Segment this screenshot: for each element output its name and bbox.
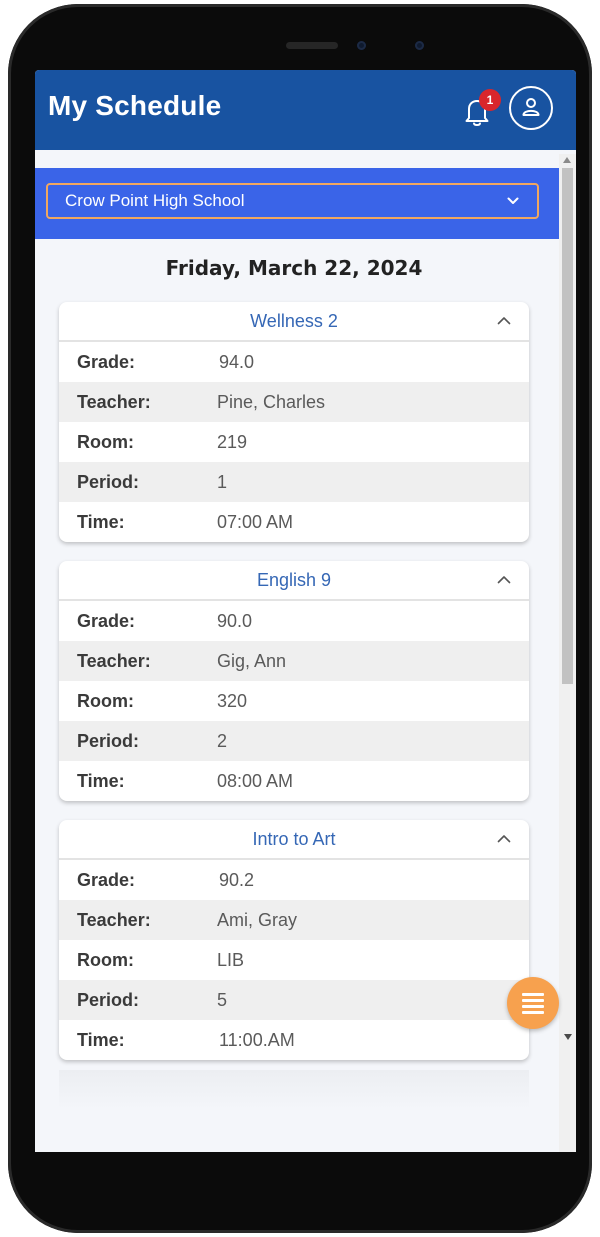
detail-label: Time: bbox=[77, 511, 125, 532]
detail-row-time: Time: 11:00.AM bbox=[59, 1020, 529, 1060]
scrollbar[interactable] bbox=[559, 154, 576, 1152]
course-card-header[interactable]: English 9 bbox=[59, 561, 529, 601]
menu-fab-button[interactable] bbox=[507, 977, 559, 1029]
scroll-up-arrow-icon[interactable] bbox=[563, 157, 571, 163]
detail-value: 90.2 bbox=[219, 869, 255, 890]
detail-label: Teacher: bbox=[77, 909, 151, 930]
detail-row-teacher: Teacher: Gig, Ann bbox=[59, 641, 529, 681]
course-title: Wellness 2 bbox=[250, 311, 338, 331]
detail-value: 5 bbox=[217, 989, 228, 1010]
card-list-fade bbox=[59, 1070, 529, 1110]
detail-label: Room: bbox=[77, 690, 134, 711]
detail-value: 320 bbox=[217, 690, 248, 711]
detail-row-period: Period: 5 bbox=[59, 980, 529, 1020]
detail-label: Room: bbox=[77, 431, 134, 452]
detail-value: Ami, Gray bbox=[217, 909, 298, 930]
detail-label: Grade: bbox=[77, 869, 136, 890]
detail-row-period: Period: 1 bbox=[59, 462, 529, 502]
app-header: My Schedule 1 bbox=[35, 70, 576, 150]
detail-row-teacher: Teacher: Pine, Charles bbox=[59, 382, 529, 422]
schedule-date: Friday, March 22, 2024 bbox=[165, 256, 423, 280]
detail-label: Time: bbox=[77, 1029, 125, 1050]
course-card: Intro to Art Grade: 90.2 Teacher: Ami, G… bbox=[59, 820, 529, 1060]
detail-value: 08:00 AM bbox=[217, 770, 294, 791]
detail-value: 94.0 bbox=[219, 351, 255, 372]
notification-badge[interactable]: 1 bbox=[479, 89, 501, 111]
detail-value: Pine, Charles bbox=[217, 391, 326, 412]
detail-value: LIB bbox=[217, 949, 245, 970]
detail-label: Teacher: bbox=[77, 650, 151, 671]
detail-value: 90.0 bbox=[217, 610, 253, 631]
detail-value: 219 bbox=[217, 431, 248, 452]
scrollbar-thumb[interactable] bbox=[562, 168, 573, 684]
chevron-up-icon[interactable] bbox=[497, 834, 511, 843]
app-screen: My Schedule 1 Crow Point High School Fri… bbox=[35, 70, 576, 1152]
detail-value: Gig, Ann bbox=[217, 650, 287, 671]
detail-row-time: Time: 08:00 AM bbox=[59, 761, 529, 801]
chevron-up-icon[interactable] bbox=[497, 575, 511, 584]
detail-label: Period: bbox=[77, 989, 140, 1010]
detail-label: Period: bbox=[77, 730, 140, 751]
course-title: English 9 bbox=[256, 570, 332, 590]
detail-value: 2 bbox=[217, 730, 228, 751]
detail-row-grade: Grade: 90.2 bbox=[59, 860, 529, 900]
detail-value: 1 bbox=[217, 471, 228, 492]
detail-value: 07:00 AM bbox=[217, 511, 294, 532]
chevron-up-icon[interactable] bbox=[497, 316, 511, 325]
course-card: English 9 Grade: 90.0 Teacher: Gig, Ann … bbox=[59, 561, 529, 801]
phone-sensor-icon bbox=[415, 41, 424, 50]
detail-label: Period: bbox=[77, 471, 140, 492]
detail-row-teacher: Teacher: Ami, Gray bbox=[59, 900, 529, 940]
menu-icon bbox=[522, 993, 544, 1014]
page-title: My Schedule bbox=[48, 90, 222, 121]
user-icon bbox=[522, 98, 540, 116]
course-card-header[interactable]: Wellness 2 bbox=[59, 302, 529, 342]
course-card-header[interactable]: Intro to Art bbox=[59, 820, 529, 860]
course-card: Wellness 2 Grade: 94.0 Teacher: Pine, Ch… bbox=[59, 302, 529, 542]
detail-row-period: Period: 2 bbox=[59, 721, 529, 761]
detail-row-grade: Grade: 94.0 bbox=[59, 342, 529, 382]
detail-label: Grade: bbox=[77, 610, 136, 631]
detail-row-room: Room: 320 bbox=[59, 681, 529, 721]
scroll-down-arrow-icon[interactable] bbox=[564, 1034, 572, 1040]
detail-label: Time: bbox=[77, 770, 125, 791]
chevron-down-icon bbox=[507, 197, 519, 204]
detail-label: Room: bbox=[77, 949, 134, 970]
profile-button[interactable] bbox=[509, 86, 553, 130]
phone-camera-icon bbox=[357, 41, 366, 50]
detail-row-room: Room: LIB bbox=[59, 940, 529, 980]
school-select-value: Crow Point High School bbox=[65, 191, 245, 210]
course-title: Intro to Art bbox=[252, 829, 336, 849]
school-selector-band: Crow Point High School bbox=[35, 168, 559, 239]
detail-row-room: Room: 219 bbox=[59, 422, 529, 462]
detail-label: Grade: bbox=[77, 351, 136, 372]
school-select[interactable]: Crow Point High School bbox=[46, 183, 539, 219]
detail-label: Teacher: bbox=[77, 391, 151, 412]
detail-value: 11:00.AM bbox=[219, 1029, 295, 1050]
phone-speaker bbox=[286, 42, 338, 49]
detail-row-grade: Grade: 90.0 bbox=[59, 601, 529, 641]
detail-row-time: Time: 07:00 AM bbox=[59, 502, 529, 542]
